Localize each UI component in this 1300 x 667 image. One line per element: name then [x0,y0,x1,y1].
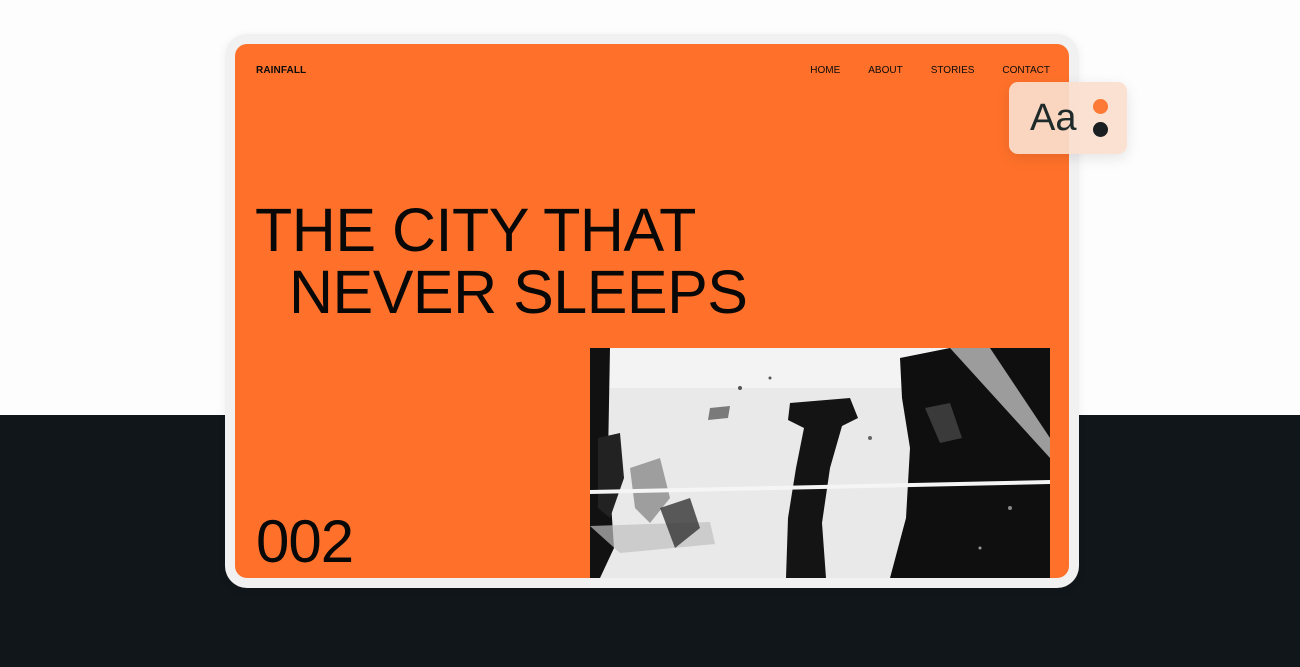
font-sample: Aa [1030,97,1077,139]
device-frame: RAINFALL HOME ABOUT STORIES CONTACT THE … [225,34,1079,588]
nav-contact-link[interactable]: CONTACT [1002,65,1050,76]
orange-swatch[interactable] [1093,99,1108,114]
rain-photo-image [590,348,1050,578]
headline-line-1: THE CITY THAT [255,196,696,264]
issue-number: 002 [256,508,354,575]
website-screen: RAINFALL HOME ABOUT STORIES CONTACT THE … [235,44,1069,578]
font-style-card[interactable]: Aa [1009,82,1127,154]
rain-street-photo [590,348,1050,578]
nav-stories-link[interactable]: STORIES [931,65,975,76]
nav-home-link[interactable]: HOME [810,65,840,76]
headline-line-2: NEVER SLEEPS [289,258,748,326]
main-nav: HOME ABOUT STORIES CONTACT [782,65,1050,76]
nav-about-link[interactable]: ABOUT [868,65,902,76]
dark-swatch[interactable] [1093,122,1108,137]
hero-headline: THE CITY THAT NEVER SLEEPS [255,196,748,326]
brand-logo[interactable]: RAINFALL [256,65,306,76]
